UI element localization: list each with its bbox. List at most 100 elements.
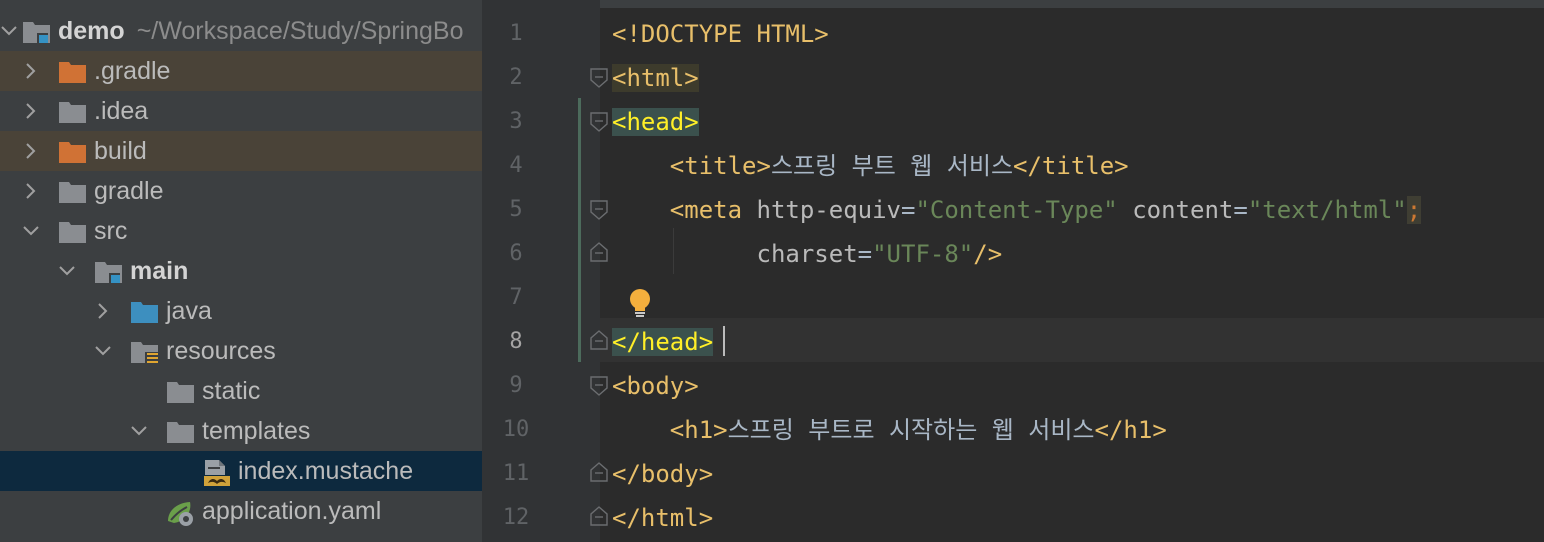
lightbulb-icon[interactable]: [626, 287, 654, 319]
module-folder-icon: [22, 19, 52, 45]
line-number[interactable]: 11: [482, 452, 550, 496]
head-close-tag: </head>: [612, 328, 714, 356]
code-line-1[interactable]: <!DOCTYPE HTML>: [612, 12, 829, 56]
code-line-4[interactable]: <title>스프링 부트 웹 서비스</title>: [612, 144, 1129, 188]
tree-item-gradle[interactable]: gradle: [0, 171, 482, 211]
code-line-8[interactable]: </head>: [612, 320, 714, 364]
meta-open-tag: <meta: [669, 196, 743, 224]
doctype: <!DOCTYPE HTML>: [612, 20, 829, 48]
chevron-down-icon[interactable]: [58, 262, 76, 280]
line-number[interactable]: 5: [482, 188, 550, 232]
tree-item-label: templates: [202, 417, 311, 445]
tree-item-application-yaml[interactable]: application.yaml: [0, 491, 482, 531]
attr-charset: charset: [756, 240, 858, 268]
h1-text: 스프링 부트로 시작하는 웹 서비스: [727, 416, 1095, 444]
tree-item-demo[interactable]: demo ~/Workspace/Study/SpringBo: [0, 11, 482, 51]
project-name: demo ~/Workspace/Study/SpringBo: [58, 17, 464, 45]
chevron-down-icon[interactable]: [22, 222, 40, 240]
chevron-right-icon[interactable]: [94, 302, 112, 320]
equals: =: [857, 240, 873, 268]
tree-item-label: static: [202, 377, 261, 405]
title-close-tag: </title>: [1013, 152, 1129, 180]
equals: =: [901, 196, 916, 224]
attr-http-equiv: http-equiv: [756, 196, 902, 224]
meta-self-close: />: [973, 240, 1003, 268]
tree-item-label: resources: [166, 337, 276, 365]
line-number[interactable]: 10: [482, 408, 550, 452]
tree-item-index-mustache[interactable]: index.mustache: [0, 451, 482, 491]
caret-row-highlight: [600, 318, 1544, 362]
fold-marker-icon[interactable]: [590, 376, 608, 396]
equals: =: [1233, 196, 1248, 224]
chevron-right-icon[interactable]: [22, 182, 40, 200]
tree-item-build[interactable]: build: [0, 131, 482, 171]
fold-marker-icon[interactable]: [590, 112, 608, 132]
editor-tab-strip-edge: [600, 0, 1544, 8]
line-number[interactable]: 4: [482, 144, 550, 188]
tree-item-label: .gradle: [94, 57, 171, 85]
chevron-right-icon[interactable]: [22, 102, 40, 120]
tree-item-resources[interactable]: resources: [0, 331, 482, 371]
tree-item-label: java: [166, 297, 212, 325]
chevron-down-icon[interactable]: [130, 422, 148, 440]
code-line-6[interactable]: charset="UTF-8"/>: [612, 232, 1003, 276]
tree-item-label: index.mustache: [238, 457, 414, 485]
module-folder-icon: [94, 259, 124, 285]
title-text: 스프링 부트 웹 서비스: [770, 152, 1014, 180]
chevron-right-icon[interactable]: [22, 62, 40, 80]
tree-item-static[interactable]: static: [0, 371, 482, 411]
resources-folder-icon: [130, 339, 160, 365]
fold-end-marker-icon[interactable]: [590, 242, 608, 262]
attr-value-text-html: "text/html": [1247, 196, 1407, 224]
tree-item-label: main: [130, 257, 189, 285]
code-line-3[interactable]: <head>: [612, 100, 699, 144]
html-close-tag: </html>: [612, 504, 714, 532]
line-number[interactable]: 9: [482, 364, 550, 408]
attr-content: content: [1132, 196, 1234, 224]
text-caret: [723, 326, 725, 356]
line-number-current[interactable]: 8: [482, 320, 550, 364]
tree-item-main[interactable]: main: [0, 251, 482, 291]
tree-item-label: build: [94, 137, 147, 165]
tree-item-templates[interactable]: templates: [0, 411, 482, 451]
code-line-11[interactable]: </body>: [612, 452, 713, 496]
body-close-tag: </body>: [612, 460, 714, 488]
tree-item-gradle-cache[interactable]: .gradle: [0, 51, 482, 91]
tree-item-idea[interactable]: .idea: [0, 91, 482, 131]
tree-item-label: src: [94, 217, 128, 245]
html-open-tag: <html>: [612, 64, 699, 92]
code-line-12[interactable]: </html>: [612, 496, 713, 540]
attr-value-utf8: "UTF-8": [872, 240, 974, 268]
chevron-right-icon[interactable]: [22, 142, 40, 160]
chevron-down-icon[interactable]: [94, 342, 112, 360]
tree-item-java[interactable]: java: [0, 291, 482, 331]
fold-end-marker-icon[interactable]: [590, 506, 608, 526]
code-line-10[interactable]: <h1>스프링 부트로 시작하는 웹 서비스</h1>: [612, 408, 1167, 452]
line-number[interactable]: 7: [482, 276, 550, 320]
fold-end-marker-icon[interactable]: [590, 330, 608, 350]
mustache-file-icon: [202, 459, 232, 486]
line-number[interactable]: 12: [482, 496, 550, 540]
h1-close-tag: </h1>: [1094, 416, 1167, 444]
tree-item-src[interactable]: src: [0, 211, 482, 251]
code-line-9[interactable]: <body>: [612, 364, 699, 408]
fold-end-marker-icon[interactable]: [590, 462, 608, 482]
chevron-down-icon[interactable]: [0, 22, 18, 40]
line-number[interactable]: 1: [482, 12, 550, 56]
fold-marker-icon[interactable]: [590, 200, 608, 220]
ide-window: demo ~/Workspace/Study/SpringBo .gradle .…: [0, 0, 1544, 542]
line-number[interactable]: 3: [482, 100, 550, 144]
line-number[interactable]: 6: [482, 232, 550, 276]
source-folder-icon: [130, 299, 160, 325]
line-number[interactable]: 2: [482, 56, 550, 100]
fold-marker-icon[interactable]: [590, 68, 608, 88]
code-line-2[interactable]: <html>: [612, 56, 699, 100]
scope-indicator: [578, 98, 581, 362]
code-line-5[interactable]: <meta http-equiv="Content-Type" content=…: [612, 188, 1422, 232]
project-tree[interactable]: demo ~/Workspace/Study/SpringBo .gradle .…: [0, 0, 482, 542]
attr-value-content-type: "Content-Type": [915, 196, 1118, 224]
